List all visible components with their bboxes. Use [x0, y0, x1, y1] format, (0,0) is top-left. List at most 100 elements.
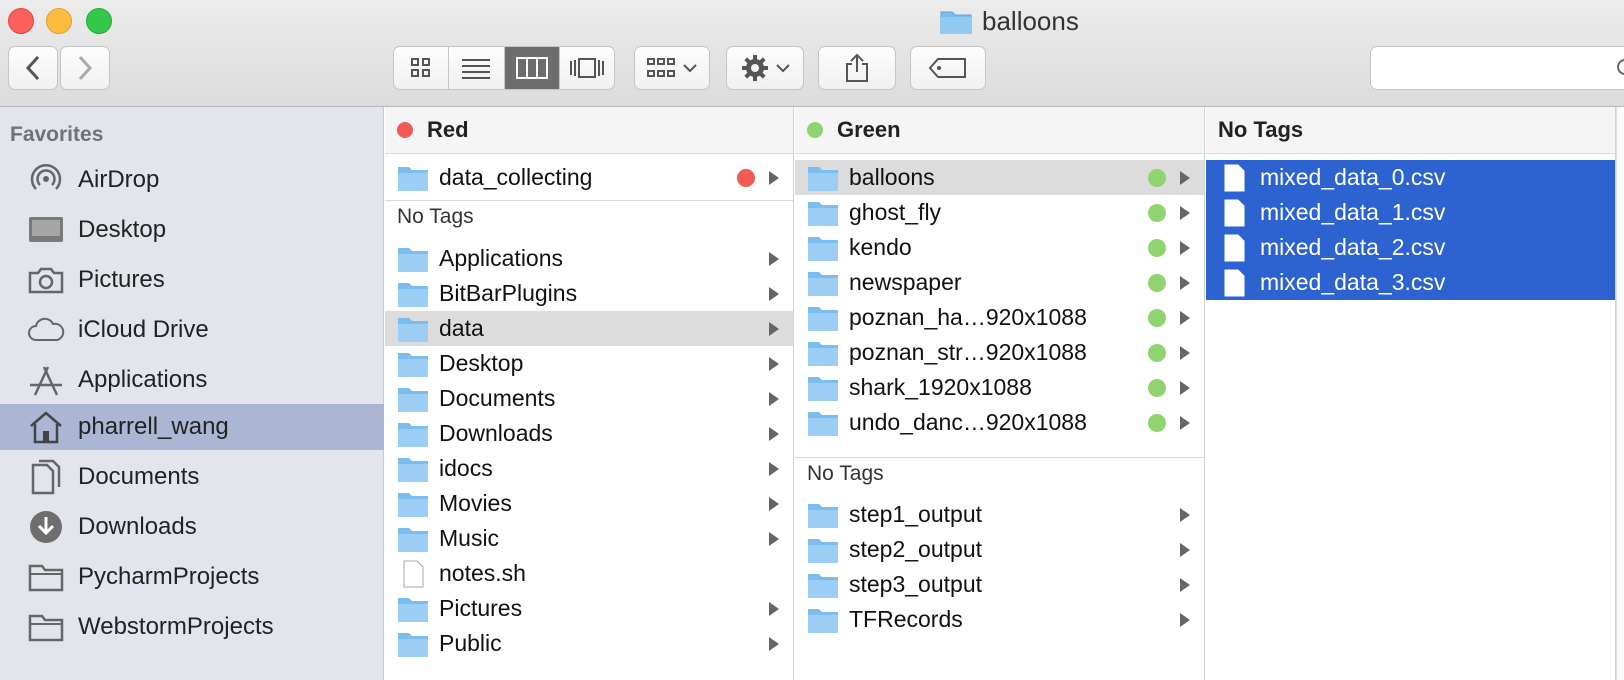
browser-column-3: No Tags mixed_data_0.csv mixed_data_1.csv… [1206, 107, 1616, 680]
sidebar-item-home[interactable]: pharrell_wang [0, 404, 384, 450]
tags-button[interactable] [910, 46, 986, 90]
folder-icon [398, 457, 428, 482]
folder-item[interactable]: shark_1920x1088 [795, 370, 1204, 405]
folder-icon [808, 201, 838, 226]
red-tag-icon [397, 122, 413, 138]
folder-item[interactable]: BitBarPlugins [385, 276, 793, 311]
green-tag-icon [1148, 238, 1166, 257]
folder-item[interactable]: idocs [385, 451, 793, 486]
item-name: mixed_data_0.csv [1260, 164, 1446, 190]
folder-item[interactable]: Desktop [385, 346, 793, 381]
item-name: ghost_fly [849, 199, 942, 225]
document-icon [1224, 199, 1245, 226]
folder-item[interactable]: Music [385, 521, 793, 556]
chevron-down-icon [683, 64, 697, 73]
folder-item[interactable]: newspaper [795, 265, 1204, 300]
sidebar-item-applications[interactable]: Applications [0, 357, 384, 403]
folder-item[interactable]: step3_output [795, 567, 1204, 602]
folder-item[interactable]: Movies [385, 486, 793, 521]
sidebar-item-desktop[interactable]: Desktop [0, 207, 384, 253]
sidebar-item-downloads[interactable]: Downloads [0, 504, 384, 550]
item-name: mixed_data_2.csv [1260, 234, 1446, 260]
icon-view-button[interactable] [394, 47, 450, 89]
file-item[interactable]: mixed_data_0.csv [1206, 160, 1615, 195]
green-tag-icon [1148, 378, 1166, 397]
share-button[interactable] [818, 46, 896, 90]
sidebar-item-webstormprojects[interactable]: WebstormProjects [0, 604, 384, 650]
search-field[interactable] [1370, 46, 1624, 90]
folder-item[interactable]: step2_output [795, 532, 1204, 567]
red-tag-icon [737, 168, 755, 187]
item-name: Documents [439, 385, 556, 411]
folder-item[interactable]: Pictures [385, 591, 793, 626]
file-item[interactable]: mixed_data_1.csv [1206, 195, 1615, 230]
chevron-right-icon [78, 55, 93, 81]
list-view-button[interactable] [449, 47, 505, 89]
sidebar-item-documents[interactable]: Documents [0, 454, 384, 500]
folder-icon [808, 306, 838, 331]
folder-item[interactable]: Public [385, 626, 793, 661]
folder-item[interactable]: ghost_fly [795, 195, 1204, 230]
folder-item[interactable]: Applications [385, 241, 793, 276]
chevron-down-icon [776, 64, 790, 73]
zoom-window-button[interactable] [86, 8, 112, 34]
folder-icon [808, 271, 838, 296]
folder-item[interactable]: kendo [795, 230, 1204, 265]
downloads-icon [26, 507, 66, 547]
arrange-button[interactable] [634, 46, 710, 90]
folder-item[interactable]: data [385, 311, 793, 346]
file-item[interactable]: mixed_data_3.csv [1206, 265, 1615, 300]
scrollbar[interactable] [1616, 107, 1624, 680]
sidebar-item-label: AirDrop [78, 166, 160, 193]
sidebar-item-pictures[interactable]: Pictures [0, 257, 384, 303]
sidebar-heading: Favorites [10, 123, 104, 146]
disclosure-arrow-icon [769, 251, 779, 266]
sidebar-item-pycharmprojects[interactable]: PycharmProjects [0, 554, 384, 600]
disclosure-arrow-icon [1180, 310, 1190, 325]
icon-view-icon [411, 58, 431, 77]
green-tag-icon [1148, 308, 1166, 327]
column-header: Green [795, 107, 1204, 154]
item-name: newspaper [849, 269, 962, 295]
folder-item[interactable]: poznan_ha…920x1088 [795, 300, 1204, 335]
back-button[interactable] [8, 46, 58, 90]
sidebar-item-label: pharrell_wang [78, 413, 229, 440]
list-item[interactable]: data_collecting [385, 160, 793, 195]
close-window-button[interactable] [8, 8, 34, 34]
disclosure-arrow-icon [769, 531, 779, 546]
sidebar-item-airdrop[interactable]: AirDrop [0, 157, 384, 203]
folder-item[interactable]: Downloads [385, 416, 793, 451]
folder-item[interactable]: undo_danc…920x1088 [795, 405, 1204, 440]
section-header: No Tags [807, 462, 884, 485]
folder-item[interactable]: Documents [385, 381, 793, 416]
folder-item[interactable]: balloons [795, 160, 1204, 195]
divider [385, 200, 793, 201]
folder-icon [398, 247, 428, 272]
folder-item[interactable]: poznan_str…920x1088 [795, 335, 1204, 370]
folder-icon [398, 597, 428, 622]
item-name: notes.sh [439, 560, 526, 586]
sidebar-item-icloud-drive[interactable]: iCloud Drive [0, 307, 384, 353]
disclosure-arrow-icon [1180, 170, 1190, 185]
disclosure-arrow-icon [1180, 205, 1190, 220]
divider [795, 457, 1204, 458]
minimize-window-button[interactable] [46, 8, 72, 34]
disclosure-arrow-icon [769, 391, 779, 406]
disclosure-arrow-icon [1180, 380, 1190, 395]
folder-icon [808, 503, 838, 528]
file-item[interactable]: notes.sh [385, 556, 793, 591]
file-item[interactable]: mixed_data_2.csv [1206, 230, 1615, 265]
arrange-icon [647, 58, 675, 77]
view-mode-selector [393, 46, 615, 90]
cover-flow-button[interactable] [560, 47, 614, 89]
action-button[interactable] [726, 46, 804, 90]
list-view-icon [462, 59, 491, 79]
folder-item[interactable]: step1_output [795, 497, 1204, 532]
forward-button[interactable] [60, 46, 110, 90]
column-view-button[interactable] [504, 47, 560, 89]
disclosure-arrow-icon [1180, 415, 1190, 430]
airdrop-icon [26, 160, 66, 200]
folder-icon [398, 282, 428, 307]
folder-item[interactable]: TFRecords [795, 602, 1204, 637]
section-header: No Tags [397, 205, 474, 228]
